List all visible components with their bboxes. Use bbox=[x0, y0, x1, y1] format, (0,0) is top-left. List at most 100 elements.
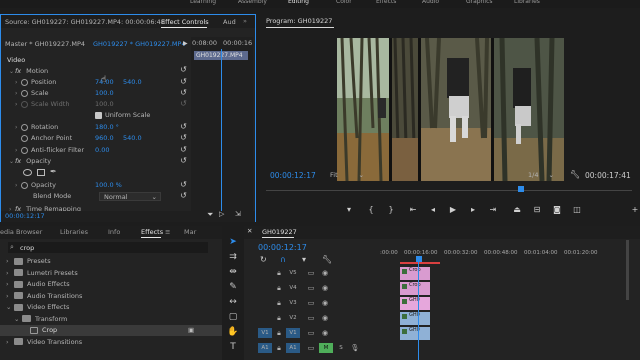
ellipse-mask-icon[interactable] bbox=[23, 169, 32, 176]
anchor-y-value[interactable]: 540.0 bbox=[123, 133, 142, 144]
tab-libraries[interactable]: Libraries bbox=[60, 228, 88, 236]
mute-button[interactable]: M bbox=[319, 343, 333, 353]
effects-search-input[interactable]: crop bbox=[20, 244, 34, 252]
linked-selection-icon[interactable]: ∩ bbox=[280, 255, 286, 264]
timeline-scrollbar[interactable] bbox=[626, 240, 629, 300]
track-a1[interactable]: A1 A1 🔒︎ ▭ M S 🎙︎ bbox=[244, 341, 622, 355]
reset-antiflicker-icon[interactable]: ↺ bbox=[179, 145, 188, 154]
timeline-clip[interactable]: GH0 bbox=[400, 312, 430, 325]
add-button-icon[interactable]: + bbox=[630, 205, 640, 215]
pen-mask-icon[interactable]: ✒ bbox=[50, 167, 57, 176]
master-clip-label[interactable]: Master * GH019227.MP4 bbox=[5, 40, 85, 48]
hand-tool-icon[interactable]: ✋ bbox=[227, 326, 239, 338]
program-timecode[interactable]: 00:00:12:17 bbox=[270, 171, 316, 180]
track-v4[interactable]: V4 🔒︎ ▭ ◉ Crop bbox=[244, 281, 622, 295]
timeline-clip[interactable]: Crop bbox=[400, 267, 430, 280]
effects-tree-item[interactable]: ⌄ Video Effects bbox=[0, 302, 222, 313]
close-icon[interactable]: ✕ bbox=[247, 227, 252, 235]
ripple-edit-tool-icon[interactable]: ⇹ bbox=[227, 266, 239, 278]
mini-timeline[interactable] bbox=[191, 37, 253, 219]
reset-rotation-icon[interactable]: ↺ bbox=[179, 122, 188, 131]
lock-icon[interactable]: 🔒︎ bbox=[274, 313, 284, 323]
selection-tool-icon[interactable]: ➤ bbox=[227, 236, 239, 248]
blend-mode-dropdown[interactable]: Normal ⌄ bbox=[99, 192, 161, 201]
effects-tree-item[interactable]: › Lumetri Presets bbox=[0, 268, 222, 279]
timeline-clip[interactable]: GH0 bbox=[400, 327, 430, 340]
effects-tree-item[interactable]: ⌄ Transform bbox=[0, 314, 222, 325]
sync-lock-icon[interactable]: ▭ bbox=[306, 343, 316, 353]
tab-audio[interactable]: Aud bbox=[223, 17, 236, 28]
program-playhead[interactable] bbox=[518, 186, 524, 192]
workspace-tab-effects[interactable]: Effects bbox=[376, 0, 396, 5]
eye-icon[interactable]: ◉ bbox=[320, 283, 330, 293]
pen-tool-icon[interactable]: ▢ bbox=[227, 311, 239, 323]
reset-blend-icon[interactable]: ↺ bbox=[179, 191, 188, 200]
program-video-frame[interactable] bbox=[337, 38, 564, 181]
mark-in-icon[interactable]: { bbox=[366, 205, 376, 215]
workspace-tab-color[interactable]: Color bbox=[336, 0, 352, 5]
timeline-clip[interactable]: GH0 bbox=[400, 297, 430, 310]
reset-motion-icon[interactable]: ↺ bbox=[179, 65, 188, 74]
reset-opacity-section-icon[interactable]: ↺ bbox=[179, 156, 188, 165]
wrench-icon[interactable]: 🔧︎ bbox=[570, 170, 580, 179]
track-v5[interactable]: V5 🔒︎ ▭ ◉ Crop bbox=[244, 266, 622, 280]
tab-source[interactable]: Source: GH019227: GH019227.MP4: 00:00:06… bbox=[5, 17, 165, 28]
filter-icon[interactable]: ⏷ bbox=[207, 210, 213, 220]
eye-icon[interactable]: ◉ bbox=[320, 328, 330, 338]
overflow-icon[interactable]: » bbox=[243, 17, 247, 25]
sync-lock-icon[interactable]: ▭ bbox=[306, 328, 316, 338]
effects-tree-item[interactable]: Crop ▣ bbox=[0, 325, 222, 336]
effects-search-box[interactable]: ⌕ crop bbox=[8, 242, 208, 253]
comparison-view-icon[interactable]: ◫ bbox=[572, 205, 582, 215]
sync-lock-icon[interactable]: ▭ bbox=[306, 298, 316, 308]
sync-lock-icon[interactable]: ▭ bbox=[306, 268, 316, 278]
type-tool-icon[interactable]: T bbox=[227, 341, 239, 353]
tab-effects[interactable]: Effects bbox=[141, 228, 163, 236]
reset-anchor-icon[interactable]: ↺ bbox=[179, 133, 188, 142]
timeline-playhead-line[interactable] bbox=[418, 262, 419, 360]
opacity-value[interactable]: 100.0 % bbox=[95, 180, 122, 191]
source-patch-a1[interactable]: A1 bbox=[258, 343, 272, 353]
razor-tool-icon[interactable]: ✎ bbox=[227, 281, 239, 293]
reset-opacity-icon[interactable]: ↺ bbox=[179, 180, 188, 189]
mark-out-icon[interactable]: } bbox=[386, 205, 396, 215]
lock-icon[interactable]: 🔒︎ bbox=[274, 328, 284, 338]
stopwatch-icon[interactable] bbox=[21, 181, 28, 189]
stopwatch-icon[interactable] bbox=[21, 146, 28, 154]
effects-tree-item[interactable]: › Video Transitions bbox=[0, 337, 222, 348]
settings-wrench-icon[interactable]: 🔧︎ bbox=[322, 255, 332, 264]
workspace-tab-assembly[interactable]: Assembly bbox=[238, 0, 267, 5]
track-label[interactable]: V4 bbox=[286, 283, 300, 293]
tab-info[interactable]: Info bbox=[108, 228, 120, 236]
workspace-tab-learning[interactable]: Learning bbox=[190, 0, 216, 5]
eye-icon[interactable]: ◉ bbox=[320, 298, 330, 308]
expand-toggle-icon[interactable]: › bbox=[6, 268, 14, 279]
stopwatch-icon[interactable] bbox=[21, 89, 28, 97]
play-icon[interactable]: ▶ bbox=[448, 205, 458, 215]
expand-toggle-icon[interactable]: › bbox=[6, 256, 14, 267]
anchor-x-value[interactable]: 960.0 bbox=[95, 133, 114, 144]
source-patch-v1[interactable]: V1 bbox=[258, 328, 272, 338]
sync-lock-icon[interactable]: ▭ bbox=[306, 283, 316, 293]
step-forward-icon[interactable]: ▸ bbox=[468, 205, 478, 215]
microphone-icon[interactable]: 🎙︎ bbox=[350, 343, 360, 353]
track-label[interactable]: A1 bbox=[286, 343, 300, 353]
source-timecode[interactable]: 00:00:12:17 bbox=[5, 212, 45, 220]
track-v2[interactable]: V2 🔒︎ ▭ ◉ GH0 bbox=[244, 311, 622, 325]
stopwatch-icon[interactable] bbox=[21, 78, 28, 86]
timeline-playhead-head[interactable] bbox=[416, 256, 422, 262]
position-y-value[interactable]: 540.0 bbox=[123, 77, 142, 88]
play-only-icon[interactable]: ▷ bbox=[219, 210, 224, 218]
lock-icon[interactable]: 🔒︎ bbox=[274, 298, 284, 308]
mini-playhead[interactable] bbox=[221, 49, 222, 219]
snap-icon[interactable]: ↻ bbox=[260, 255, 267, 264]
resolution-dropdown[interactable]: 1/4 ⌄ bbox=[528, 171, 554, 180]
workspace-tab-libraries[interactable]: Libraries bbox=[514, 0, 540, 5]
tab-edia-browser[interactable]: edia Browser bbox=[0, 228, 42, 236]
effects-tree-item[interactable]: › Presets bbox=[0, 256, 222, 267]
export-frame-icon[interactable]: ⇲ bbox=[235, 210, 241, 218]
stopwatch-icon[interactable] bbox=[21, 123, 28, 131]
sequence-clip-label[interactable]: GH019227 * GH019227.MP4 bbox=[93, 40, 186, 48]
eye-icon[interactable]: ◉ bbox=[320, 268, 330, 278]
expand-toggle-icon[interactable]: ⌄ bbox=[6, 302, 14, 313]
